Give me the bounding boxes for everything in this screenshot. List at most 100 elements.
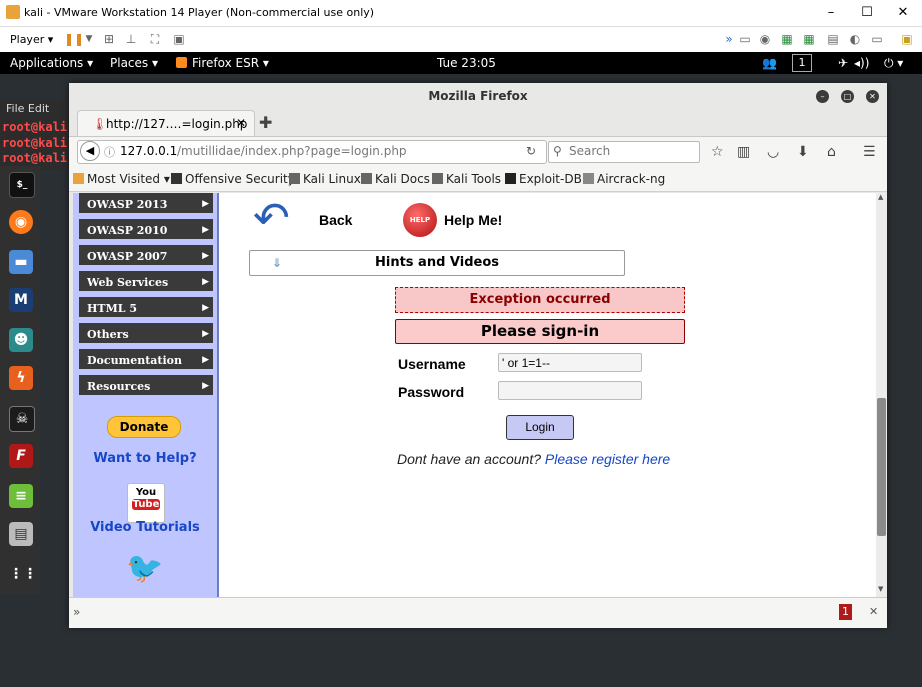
help-me-link[interactable]: Help Me!	[444, 212, 502, 228]
tab-title: http://127.…=login.php	[106, 117, 248, 131]
armitage-dock-icon[interactable]: ☻	[9, 328, 33, 352]
message-icon[interactable]: ▣	[900, 32, 914, 46]
usb-icon[interactable]: ⊥	[124, 32, 138, 46]
display-icon[interactable]: ▭	[870, 32, 884, 46]
downloads-icon[interactable]: ⬇	[797, 144, 809, 160]
hamburger-menu-icon[interactable]: ☰	[863, 144, 876, 160]
minimize-button[interactable]: –	[816, 3, 846, 23]
donate-button[interactable]: Donate	[107, 416, 181, 438]
terminal-window[interactable]: File Edit root@kali root@kali root@kali	[0, 100, 70, 170]
scroll-down-arrow-icon[interactable]: ▼	[878, 585, 883, 593]
menu-others[interactable]: Others ▶	[79, 323, 213, 346]
youtube-icon[interactable]: You Tube	[127, 483, 165, 523]
new-tab-button[interactable]: ✚	[259, 113, 272, 132]
applications-menu[interactable]: Applications ▾	[10, 56, 93, 70]
addon-badge[interactable]: 1	[839, 604, 852, 620]
close-button[interactable]: ✕	[888, 3, 918, 23]
bookmark-most-visited[interactable]: Most Visited ▾	[73, 172, 170, 186]
printer-icon[interactable]: ▤	[826, 32, 840, 46]
password-field[interactable]	[498, 381, 642, 400]
network-icon[interactable]: ✈	[838, 56, 848, 70]
overflow-chevron-icon[interactable]: »	[73, 605, 80, 619]
bookmark-exploit-db[interactable]: Exploit-DB	[505, 172, 582, 186]
search-input[interactable]: ⚲ Search	[548, 141, 700, 163]
menu-resources[interactable]: Resources ▶	[79, 375, 213, 398]
power-icon[interactable]: ⏻ ▾	[884, 56, 903, 71]
video-tutorials-link[interactable]: Video Tutorials	[73, 520, 217, 535]
cdrom-icon[interactable]: ◉	[758, 32, 772, 46]
username-field[interactable]: ' or 1=1--	[498, 353, 642, 372]
faraday-dock-icon[interactable]: F	[9, 444, 33, 468]
bookmark-aircrack[interactable]: Aircrack-ng	[583, 172, 665, 186]
hints-and-videos-toggle[interactable]: ⇓ Hints and Videos	[249, 250, 625, 276]
menu-documentation[interactable]: Documentation ▶	[79, 349, 213, 372]
home-icon[interactable]: ⌂	[827, 144, 836, 160]
close-window-button[interactable]: ✕	[866, 90, 879, 103]
register-link[interactable]: Please register here	[545, 451, 670, 467]
terminal-dock-icon[interactable]: $_	[9, 172, 35, 198]
pause-icon[interactable]: ❚❚	[64, 32, 84, 46]
network-icon[interactable]: ⊞	[102, 32, 116, 46]
bookmark-offensive-security[interactable]: Offensive Security	[171, 172, 295, 186]
back-link[interactable]: Back	[319, 212, 352, 228]
network-adapter2-icon[interactable]: ▦	[802, 32, 816, 46]
tab-login[interactable]: 🌡 http://127.…=login.php ✕	[77, 110, 255, 137]
page-scrollbar[interactable]: ▲ ▼	[876, 193, 887, 597]
users-icon[interactable]: 👥	[762, 56, 777, 70]
bookmark-kali-docs[interactable]: Kali Docs	[361, 172, 430, 186]
pocket-icon[interactable]: ◡	[767, 144, 779, 160]
menu-html5[interactable]: HTML 5 ▶	[79, 297, 213, 320]
maximize-window-button[interactable]: □	[841, 90, 854, 103]
burpsuite-dock-icon[interactable]: ϟ	[9, 366, 33, 390]
volume-icon[interactable]: ◂))	[854, 56, 869, 70]
library-icon[interactable]: ▥	[737, 144, 750, 160]
terminal-menu[interactable]: File Edit	[6, 102, 49, 115]
unity-icon[interactable]: ▣	[172, 32, 186, 46]
menu-owasp-2010[interactable]: OWASP 2010 ▶	[79, 219, 213, 242]
firefox-dock-icon[interactable]: ◉	[9, 210, 33, 234]
menu-owasp-2013[interactable]: OWASP 2013 ▶	[79, 193, 213, 216]
menu-label: Documentation	[87, 354, 183, 367]
reload-icon[interactable]: ↻	[526, 144, 536, 158]
notes-dock-icon[interactable]: ≡	[9, 484, 33, 508]
menu-owasp-2007[interactable]: OWASP 2007 ▶	[79, 245, 213, 268]
clock[interactable]: Tue 23:05	[437, 56, 496, 70]
maximize-button[interactable]: ☐	[852, 3, 882, 23]
help-button-icon[interactable]: HELP	[403, 203, 437, 237]
metasploit-dock-icon[interactable]: M	[9, 288, 33, 312]
mutillidae-favicon: 🌡	[92, 117, 108, 131]
workspace-indicator[interactable]: 1	[792, 54, 812, 72]
info-icon[interactable]: ⓘ	[104, 144, 115, 160]
hdd-icon[interactable]: ▭	[738, 32, 752, 46]
player-menu[interactable]: Player ▾	[10, 33, 53, 46]
close-bar-icon[interactable]: ✕	[869, 605, 878, 618]
minimize-window-button[interactable]: –	[816, 90, 829, 103]
chevron-down-icon[interactable]: ▼	[82, 32, 96, 46]
back-arrow-icon[interactable]: ◀	[80, 141, 100, 161]
network-adapter-icon[interactable]: ▦	[780, 32, 794, 46]
places-menu[interactable]: Places ▾	[110, 56, 158, 70]
bookmark-kali-linux[interactable]: Kali Linux	[289, 172, 361, 186]
show-apps-icon[interactable]: ⋮⋮	[9, 562, 37, 586]
bookmark-kali-tools[interactable]: Kali Tools	[432, 172, 501, 186]
want-to-help-link[interactable]: Want to Help?	[73, 451, 217, 466]
recorder-dock-icon[interactable]: ▤	[9, 522, 33, 546]
sound-icon[interactable]: ◐	[848, 32, 862, 46]
fullscreen-icon[interactable]: ⛶	[148, 32, 162, 46]
firefox-app-menu[interactable]: Firefox ESR ▾	[192, 56, 269, 70]
back-arrow-icon[interactable]: ↶	[253, 195, 305, 243]
files-dock-icon[interactable]: ▬	[9, 250, 33, 274]
firefox-app-icon	[176, 57, 187, 68]
menu-web-services[interactable]: Web Services ▶	[79, 271, 213, 294]
scrollbar-thumb[interactable]	[877, 398, 886, 536]
chevron-right-icon: ▶	[202, 251, 209, 261]
beef-dock-icon[interactable]: ☠	[9, 406, 35, 432]
tab-close-icon[interactable]: ✕	[236, 116, 246, 130]
url-bar[interactable]: ◀ ⓘ 127.0.0.1 /mutillidae/index.php?page…	[77, 140, 547, 164]
bookmark-star-icon[interactable]: ☆	[711, 144, 724, 160]
login-button[interactable]: Login	[506, 415, 574, 440]
more-devices-icon[interactable]: »	[722, 32, 736, 46]
twitter-bird-icon[interactable]: 🐦	[125, 549, 165, 589]
vm-toolbar: Player ▾ ❚❚ ▼ ⊞ ⊥ ⛶ ▣ » ▭ ◉ ▦ ▦ ▤ ◐ ▭ ▣	[0, 27, 922, 53]
scroll-up-arrow-icon[interactable]: ▲	[878, 193, 883, 201]
